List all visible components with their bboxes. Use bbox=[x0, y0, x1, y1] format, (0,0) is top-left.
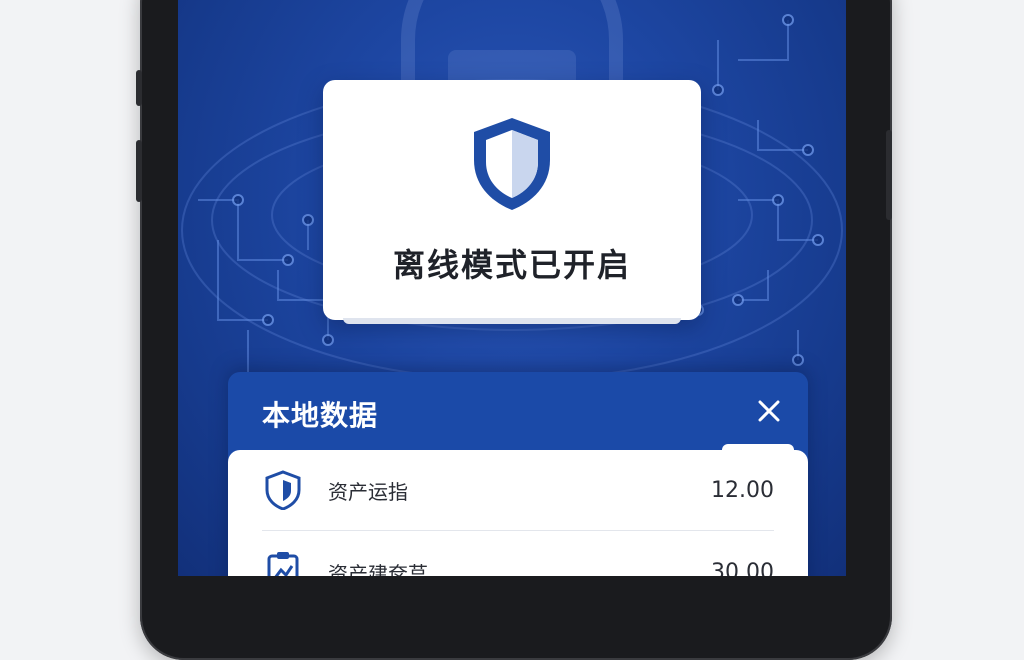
document-chart-icon bbox=[262, 551, 304, 576]
close-icon bbox=[758, 400, 780, 422]
list-item-value: 12.00 bbox=[711, 477, 774, 503]
shield-icon bbox=[470, 114, 554, 218]
app-screen: 离线模式已开启 本地数据 资产运指 12.00 资产建奁莒 30.00 bbox=[178, 0, 846, 576]
volume-button bbox=[136, 140, 142, 202]
panel-header: 本地数据 bbox=[228, 372, 808, 454]
list-item-label: 资产运指 bbox=[328, 479, 408, 504]
card-shadow-edge bbox=[343, 318, 681, 324]
shield-icon bbox=[262, 469, 304, 511]
silent-switch bbox=[136, 70, 142, 106]
power-button bbox=[886, 130, 892, 220]
list-item-value: 30.00 bbox=[711, 559, 774, 577]
list-item[interactable]: 资产运指 12.00 bbox=[262, 450, 774, 530]
close-button[interactable] bbox=[752, 394, 786, 428]
divider bbox=[262, 530, 774, 531]
list-item[interactable]: 资产建奁莒 30.00 bbox=[262, 532, 774, 576]
local-data-panel: 本地数据 资产运指 12.00 资产建奁莒 30.00 bbox=[228, 372, 808, 576]
offline-mode-card: 离线模式已开启 bbox=[323, 80, 701, 324]
panel-title: 本地数据 bbox=[262, 399, 379, 432]
local-data-list: 资产运指 12.00 资产建奁莒 30.00 bbox=[228, 450, 808, 576]
offline-mode-title: 离线模式已开启 bbox=[392, 246, 631, 284]
list-item-label: 资产建奁莒 bbox=[328, 561, 428, 577]
